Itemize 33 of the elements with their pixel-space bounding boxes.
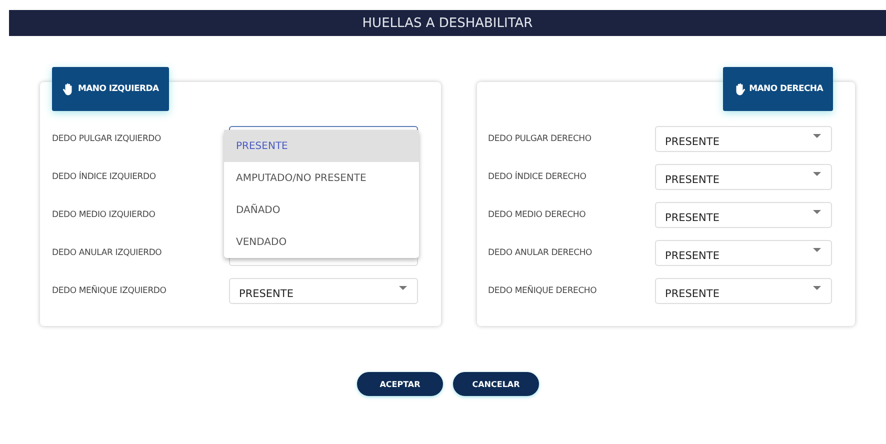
caret-icon: [813, 210, 821, 214]
caret-icon: [813, 248, 821, 252]
action-button[interactable]: CANCELAR: [453, 372, 539, 396]
status-dropdown[interactable]: PRESENTE: [655, 164, 832, 190]
dropdown-option[interactable]: VENDADO: [224, 226, 419, 258]
action-button[interactable]: ACEPTAR: [357, 372, 443, 396]
caret-icon: [813, 172, 821, 176]
finger-label: DEDO PULGAR IZQUIERDO: [52, 134, 162, 144]
dropdown-option[interactable]: AMPUTADO/NO PRESENTE: [224, 162, 419, 194]
caret-icon: [813, 286, 821, 290]
finger-label: DEDO ANULAR DERECHO: [488, 248, 594, 258]
caret-icon: [399, 286, 407, 290]
hand-button[interactable]: MANO DERECHA: [723, 67, 833, 111]
status-dropdown[interactable]: PRESENTE: [229, 278, 418, 304]
finger-label: DEDO MEÑIQUE DERECHO: [488, 286, 598, 296]
caret-icon: [813, 134, 821, 138]
dropdown-option[interactable]: DAÑADO: [224, 194, 419, 226]
finger-label: DEDO MEDIO DERECHO: [488, 210, 587, 220]
finger-label: DEDO PULGAR DERECHO: [488, 134, 592, 144]
status-dropdown[interactable]: PRESENTE: [655, 202, 832, 228]
dropdown-option[interactable]: PRESENTE: [224, 130, 419, 162]
finger-label: DEDO MEÑIQUE IZQUIERDO: [52, 286, 168, 296]
status-dropdown[interactable]: PRESENTE: [655, 240, 832, 266]
status-dropdown[interactable]: PRESENTE: [655, 126, 832, 152]
status-dropdown[interactable]: PRESENTE: [655, 278, 832, 304]
hand-icon: [733, 82, 746, 96]
finger-label: DEDO ÍNDICE IZQUIERDO: [52, 172, 157, 182]
hand-icon: [62, 82, 75, 96]
finger-label: DEDO ÍNDICE DERECHO: [488, 172, 588, 182]
finger-label: DEDO ANULAR IZQUIERDO: [52, 248, 163, 258]
hand-button[interactable]: MANO IZQUIERDA: [52, 67, 169, 111]
window-title: HUELLAS A DESHABILITAR: [362, 16, 533, 30]
finger-label: DEDO MEDIO IZQUIERDO: [52, 210, 156, 220]
